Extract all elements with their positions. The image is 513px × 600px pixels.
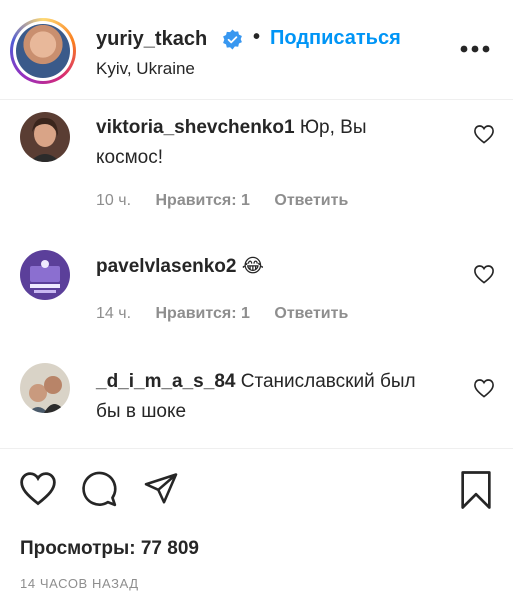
verified-badge-icon xyxy=(223,29,242,50)
comment-username[interactable]: viktoria_shevchenko1 xyxy=(96,117,295,138)
comment-time[interactable]: 14 ч. xyxy=(96,305,131,322)
comment-username[interactable]: _d_i_m_a_s_84 xyxy=(96,371,235,392)
avatar-image xyxy=(20,112,70,162)
reply-button[interactable]: Ответить xyxy=(274,305,348,322)
avatar-image xyxy=(20,250,70,300)
avatar-image xyxy=(20,363,70,413)
follow-button[interactable]: Подписаться xyxy=(270,27,401,50)
comment-time[interactable]: 10 ч. xyxy=(96,192,131,209)
comment-text-block: viktoria_shevchenko1 Юр, Вы космос! xyxy=(96,113,426,173)
comment-avatar[interactable] xyxy=(20,112,70,162)
bookmark-icon[interactable] xyxy=(459,470,493,510)
comment-likes[interactable]: Нравится: 1 xyxy=(155,192,249,209)
post-timestamp: 14 ЧАСОВ НАЗАД xyxy=(20,576,139,591)
comment-icon[interactable] xyxy=(80,470,118,508)
like-heart-icon[interactable] xyxy=(18,470,58,506)
comment-likes[interactable]: Нравится: 1 xyxy=(155,305,249,322)
more-options-icon[interactable] xyxy=(459,43,491,55)
comment-avatar[interactable] xyxy=(20,250,70,300)
comment-meta: 10 ч. Нравится: 1 Ответить xyxy=(96,192,368,210)
profile-avatar[interactable] xyxy=(10,18,76,84)
comment-text-block: _d_i_m_a_s_84 Станиславский был бы в шок… xyxy=(96,367,426,427)
avatar-inner xyxy=(13,21,73,81)
heart-icon[interactable] xyxy=(473,124,495,144)
profile-username[interactable]: yuriy_tkach xyxy=(96,28,207,51)
comment-meta: 14 ч. Нравится: 1 Ответить xyxy=(96,305,368,323)
reply-button[interactable]: Ответить xyxy=(274,192,348,209)
comment-avatar[interactable] xyxy=(20,363,70,413)
header-separator-dot: • xyxy=(253,26,261,48)
post-header: yuriy_tkach • Подписаться Kyiv, Ukraine xyxy=(0,0,513,100)
heart-icon[interactable] xyxy=(473,264,495,284)
post-location[interactable]: Kyiv, Ukraine xyxy=(96,59,195,79)
avatar-photo xyxy=(16,24,70,78)
comment-text-block: pavelvlasenko2 😂 xyxy=(96,252,426,282)
actions-divider xyxy=(0,448,513,449)
comment-username[interactable]: pavelvlasenko2 xyxy=(96,256,236,277)
views-count[interactable]: Просмотры: 77 809 xyxy=(20,538,199,560)
share-icon[interactable] xyxy=(142,470,180,506)
comment-emoji: 😂 xyxy=(241,256,264,277)
heart-icon[interactable] xyxy=(473,378,495,398)
